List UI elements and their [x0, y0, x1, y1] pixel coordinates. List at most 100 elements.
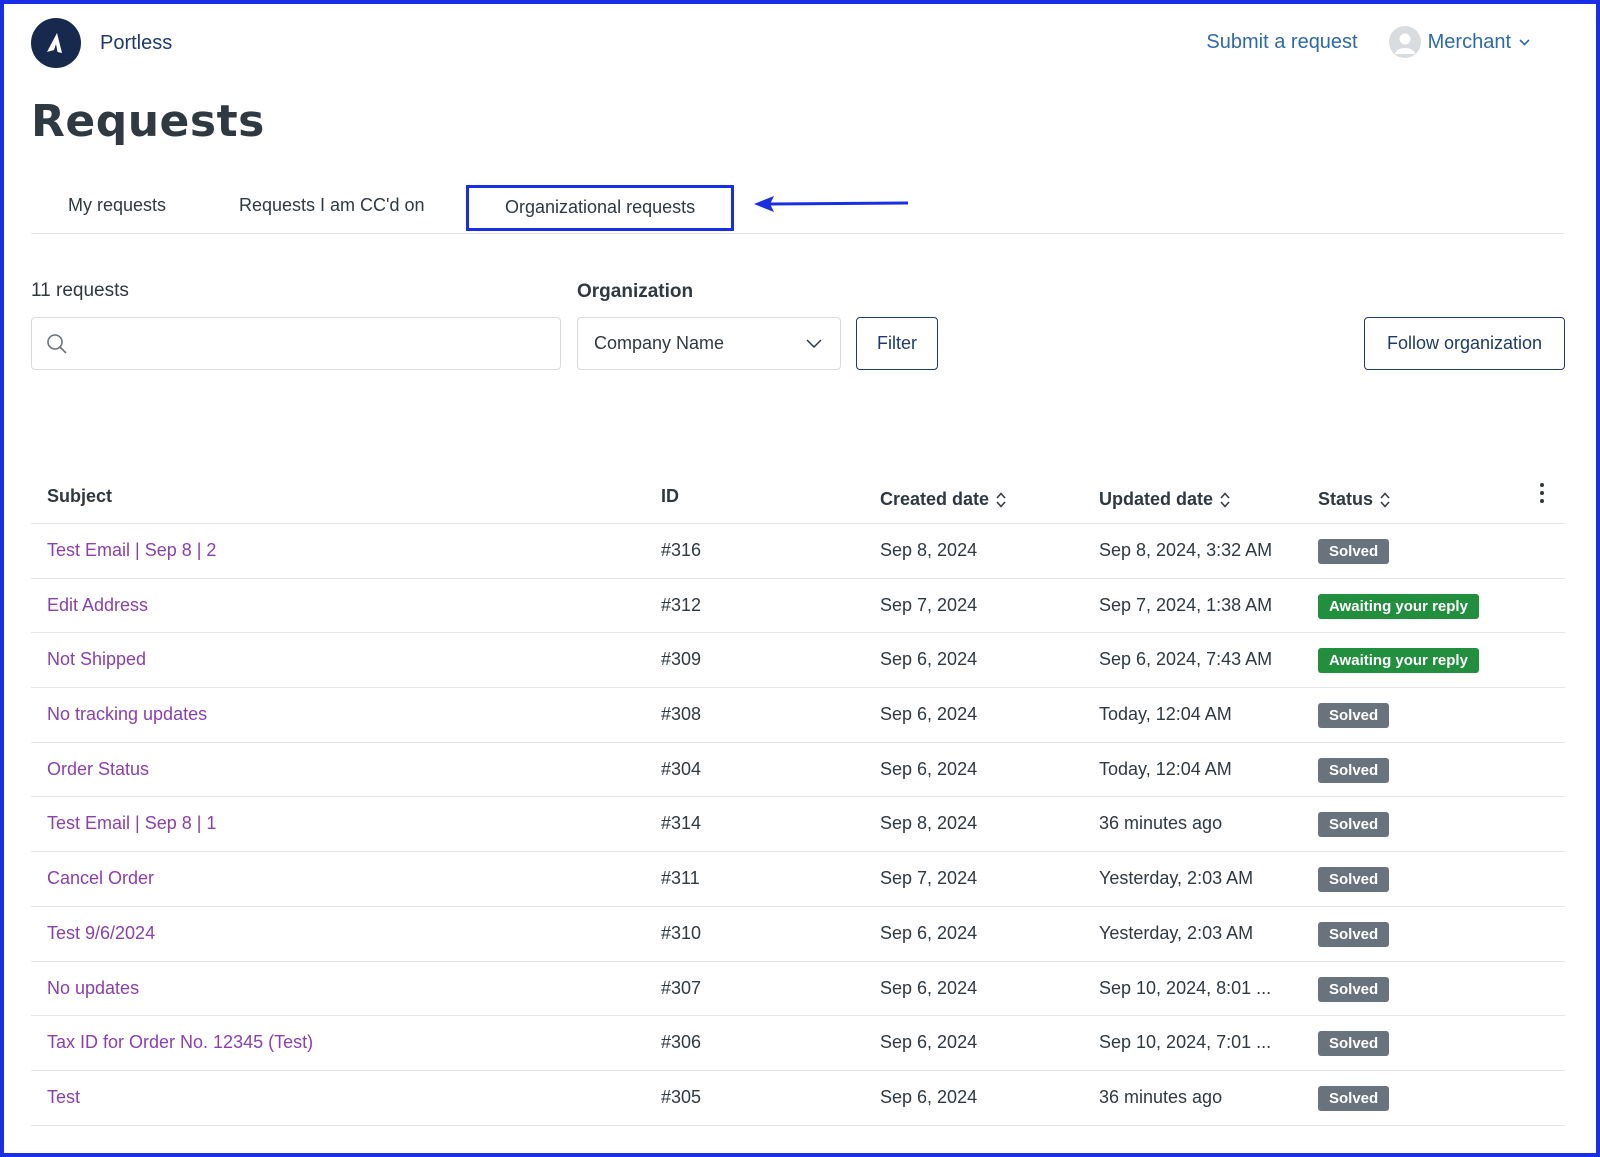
tab-organizational-requests[interactable]: Organizational requests — [466, 185, 735, 231]
request-subject-link[interactable]: Test — [47, 1087, 80, 1108]
search-icon — [47, 333, 67, 354]
request-subject-link[interactable]: Test Email | Sep 8 | 2 — [47, 540, 216, 561]
organization-select-value: Company Name — [594, 333, 725, 353]
request-id: #304 — [661, 758, 702, 779]
updated-date: Today, 12:04 AM — [1099, 758, 1232, 779]
table-row: Order Status #304 Sep 6, 2024 Today, 12:04 … — [31, 743, 1565, 798]
status-badge: Solved — [1318, 539, 1390, 564]
submit-request-link[interactable]: Submit a request — [1206, 31, 1357, 54]
sort-icon — [1220, 491, 1230, 508]
column-created-date[interactable]: Created date — [880, 489, 1007, 510]
page-title: Requests — [31, 96, 265, 147]
request-subject-link[interactable]: Test Email | Sep 8 | 1 — [47, 813, 216, 834]
created-date: Sep 6, 2024 — [880, 1086, 978, 1107]
request-id: #306 — [661, 1032, 702, 1053]
updated-date: 36 minutes ago — [1099, 813, 1223, 834]
created-date: Sep 7, 2024 — [880, 594, 978, 615]
column-updated-date[interactable]: Updated date — [1099, 489, 1231, 510]
annotation-arrow-icon — [754, 196, 909, 212]
column-id: ID — [661, 486, 679, 506]
table-body: Test Email | Sep 8 | 2 #316 Sep 8, 2024 Sep… — [31, 524, 1565, 1126]
request-count: 11 requests — [31, 280, 129, 301]
updated-date: Sep 6, 2024, 7:43 AM — [1099, 649, 1273, 670]
brand[interactable]: Portless — [31, 18, 172, 68]
user-menu[interactable]: Merchant — [1388, 26, 1530, 58]
created-date: Sep 6, 2024 — [880, 758, 978, 779]
table-row: No updates #307 Sep 6, 2024 Sep 10, 2024, 8… — [31, 962, 1565, 1017]
table-row: No tracking updates #308 Sep 6, 2024 Today,… — [31, 688, 1565, 743]
created-date: Sep 7, 2024 — [880, 868, 978, 889]
table-row: Cancel Order #311 Sep 7, 2024 Yesterday, 2:… — [31, 852, 1565, 907]
status-badge: Solved — [1318, 921, 1390, 947]
created-date: Sep 8, 2024 — [880, 813, 978, 834]
request-subject-link[interactable]: No updates — [47, 978, 139, 999]
user-name: Merchant — [1427, 30, 1511, 53]
status-badge: Solved — [1318, 703, 1390, 729]
portless-logo-icon — [31, 18, 81, 68]
request-id: #312 — [661, 594, 702, 615]
table-row: Not Shipped #309 Sep 6, 2024 Sep 6, 2024, 7… — [31, 633, 1565, 689]
request-id: #316 — [661, 540, 702, 560]
more-options-icon[interactable] — [1539, 482, 1545, 504]
table-header: Subject ID Created date Updated date Sta… — [31, 470, 1565, 524]
updated-date: 36 minutes ago — [1099, 1086, 1223, 1107]
status-badge: Solved — [1318, 757, 1390, 783]
updated-date: Sep 10, 2024, 8:01 ... — [1099, 977, 1272, 998]
request-subject-link[interactable]: No tracking updates — [47, 704, 207, 725]
request-subject-link[interactable]: Edit Address — [47, 595, 148, 616]
follow-organization-button[interactable]: Follow organization — [1364, 317, 1565, 370]
table-row: Test #305 Sep 6, 2024 36 minutes ago Solved — [31, 1071, 1565, 1126]
request-id: #314 — [661, 813, 702, 834]
updated-date: Sep 8, 2024, 3:32 AM — [1099, 540, 1273, 560]
status-badge: Awaiting your reply — [1318, 648, 1479, 674]
created-date: Sep 6, 2024 — [880, 1032, 978, 1053]
search-input[interactable] — [78, 318, 560, 369]
updated-date: Sep 7, 2024, 1:38 AM — [1099, 594, 1273, 615]
status-badge: Solved — [1318, 976, 1390, 1002]
request-subject-link[interactable]: Order Status — [47, 759, 149, 780]
created-date: Sep 6, 2024 — [880, 704, 978, 725]
request-subject-link[interactable]: Cancel Order — [47, 868, 154, 889]
table-row: Edit Address #312 Sep 7, 2024 Sep 7, 2024, … — [31, 579, 1565, 634]
status-badge: Solved — [1318, 867, 1390, 893]
request-id: #307 — [661, 977, 702, 998]
chevron-down-icon — [806, 339, 822, 348]
search-box — [31, 317, 561, 370]
request-id: #311 — [661, 868, 700, 889]
organization-label: Organization — [577, 281, 694, 302]
created-date: Sep 6, 2024 — [880, 922, 978, 943]
request-id: #309 — [661, 649, 702, 670]
request-id: #310 — [661, 922, 702, 943]
request-subject-link[interactable]: Test 9/6/2024 — [47, 923, 155, 944]
updated-date: Yesterday, 2:03 AM — [1099, 868, 1254, 889]
request-id: #305 — [661, 1086, 702, 1107]
requests-table: Subject ID Created date Updated date Sta… — [31, 470, 1565, 1126]
organization-select[interactable]: Company Name — [577, 317, 841, 370]
request-subject-link[interactable]: Tax ID for Order No. 12345 (Test) — [47, 1032, 313, 1053]
updated-date: Yesterday, 2:03 AM — [1099, 922, 1254, 943]
request-subject-link[interactable]: Not Shipped — [47, 649, 146, 670]
status-badge: Awaiting your reply — [1318, 593, 1479, 619]
table-row: Test Email | Sep 8 | 2 #316 Sep 8, 2024 Sep… — [31, 524, 1565, 579]
tab-cc-requests[interactable]: Requests I am CC'd on — [239, 184, 425, 234]
status-badge: Solved — [1318, 1085, 1390, 1111]
status-badge: Solved — [1318, 1031, 1390, 1057]
filter-button[interactable]: Filter — [856, 317, 938, 370]
column-status[interactable]: Status — [1318, 489, 1391, 510]
updated-date: Sep 10, 2024, 7:01 ... — [1099, 1032, 1272, 1053]
created-date: Sep 8, 2024 — [880, 540, 978, 560]
table-row: Tax ID for Order No. 12345 (Test) #306 Sep… — [31, 1016, 1565, 1071]
column-subject: Subject — [47, 486, 113, 506]
chevron-down-icon — [1519, 38, 1530, 46]
column-status-label: Status — [1318, 489, 1374, 509]
status-badge: Solved — [1318, 812, 1390, 838]
user-icon — [1394, 33, 1415, 54]
sort-icon — [996, 491, 1006, 508]
created-date: Sep 6, 2024 — [880, 977, 978, 998]
sort-icon — [1380, 491, 1390, 508]
brand-name: Portless — [100, 31, 173, 54]
request-id: #308 — [661, 704, 702, 725]
updated-date: Today, 12:04 AM — [1099, 704, 1232, 725]
tab-my-requests[interactable]: My requests — [68, 184, 166, 234]
column-created-label: Created date — [880, 489, 990, 509]
